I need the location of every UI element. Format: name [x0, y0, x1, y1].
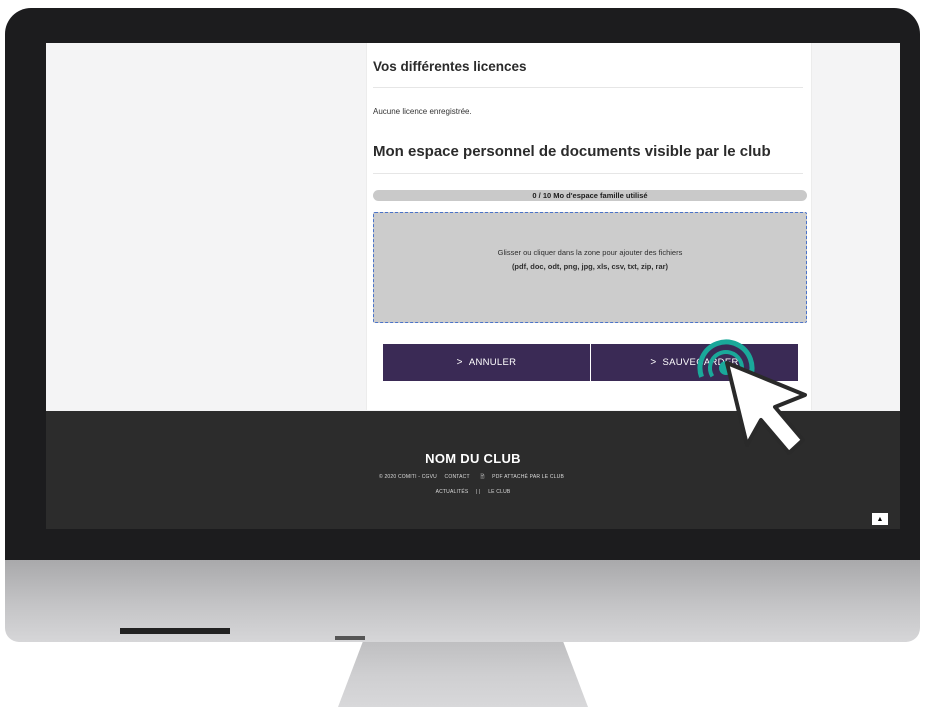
mouse-pointer-icon	[725, 361, 807, 455]
pdf-link[interactable]: 🗎 PDF ATTACHÉ PAR LE CLUB	[477, 474, 567, 480]
footer-nav: ACTUALITÉS | | LE CLUB	[46, 489, 900, 495]
chevron-right-icon: >	[650, 357, 657, 368]
dropzone-instructions: Glisser ou cliquer dans la zone pour ajo…	[497, 248, 683, 257]
monitor-chin-detail	[120, 628, 230, 634]
cancel-button[interactable]: > ANNULER	[383, 344, 590, 381]
pdf-link-label: PDF ATTACHÉ PAR LE CLUB	[492, 474, 565, 480]
monitor-chin-detail	[335, 636, 365, 640]
caret-up-icon: ▲	[876, 515, 884, 523]
storage-quota-text: 0 / 10 Mo d'espace famille utilisé	[532, 191, 648, 200]
chevron-right-icon: >	[456, 357, 463, 368]
licences-empty-text: Aucune licence enregistrée.	[373, 107, 472, 116]
file-dropzone[interactable]: Glisser ou cliquer dans la zone pour ajo…	[373, 212, 807, 323]
licences-title: Vos différentes licences	[373, 59, 527, 74]
divider	[373, 173, 803, 174]
file-pdf-icon: 🗎	[480, 474, 485, 480]
divider	[373, 87, 803, 88]
contact-link[interactable]: CONTACT	[445, 474, 470, 480]
footer-links: © 2020 COMITI - CGVU CONTACT 🗎 PDF ATTAC…	[46, 474, 900, 482]
dropzone-file-types: (pdf, doc, odt, png, jpg, xls, csv, txt,…	[511, 262, 669, 271]
documents-title: Mon espace personnel de documents visibl…	[373, 143, 771, 160]
footer-nav-separator: | |	[476, 489, 481, 495]
scroll-to-top-button[interactable]: ▲	[872, 513, 888, 525]
cancel-button-label: ANNULER	[468, 357, 517, 368]
storage-quota-bar: 0 / 10 Mo d'espace famille utilisé	[373, 190, 807, 201]
footer-nav-news[interactable]: ACTUALITÉS	[436, 489, 469, 495]
copyright-link[interactable]: © 2020 COMITI - CGVU	[379, 474, 437, 480]
footer-nav-club[interactable]: LE CLUB	[488, 489, 510, 495]
